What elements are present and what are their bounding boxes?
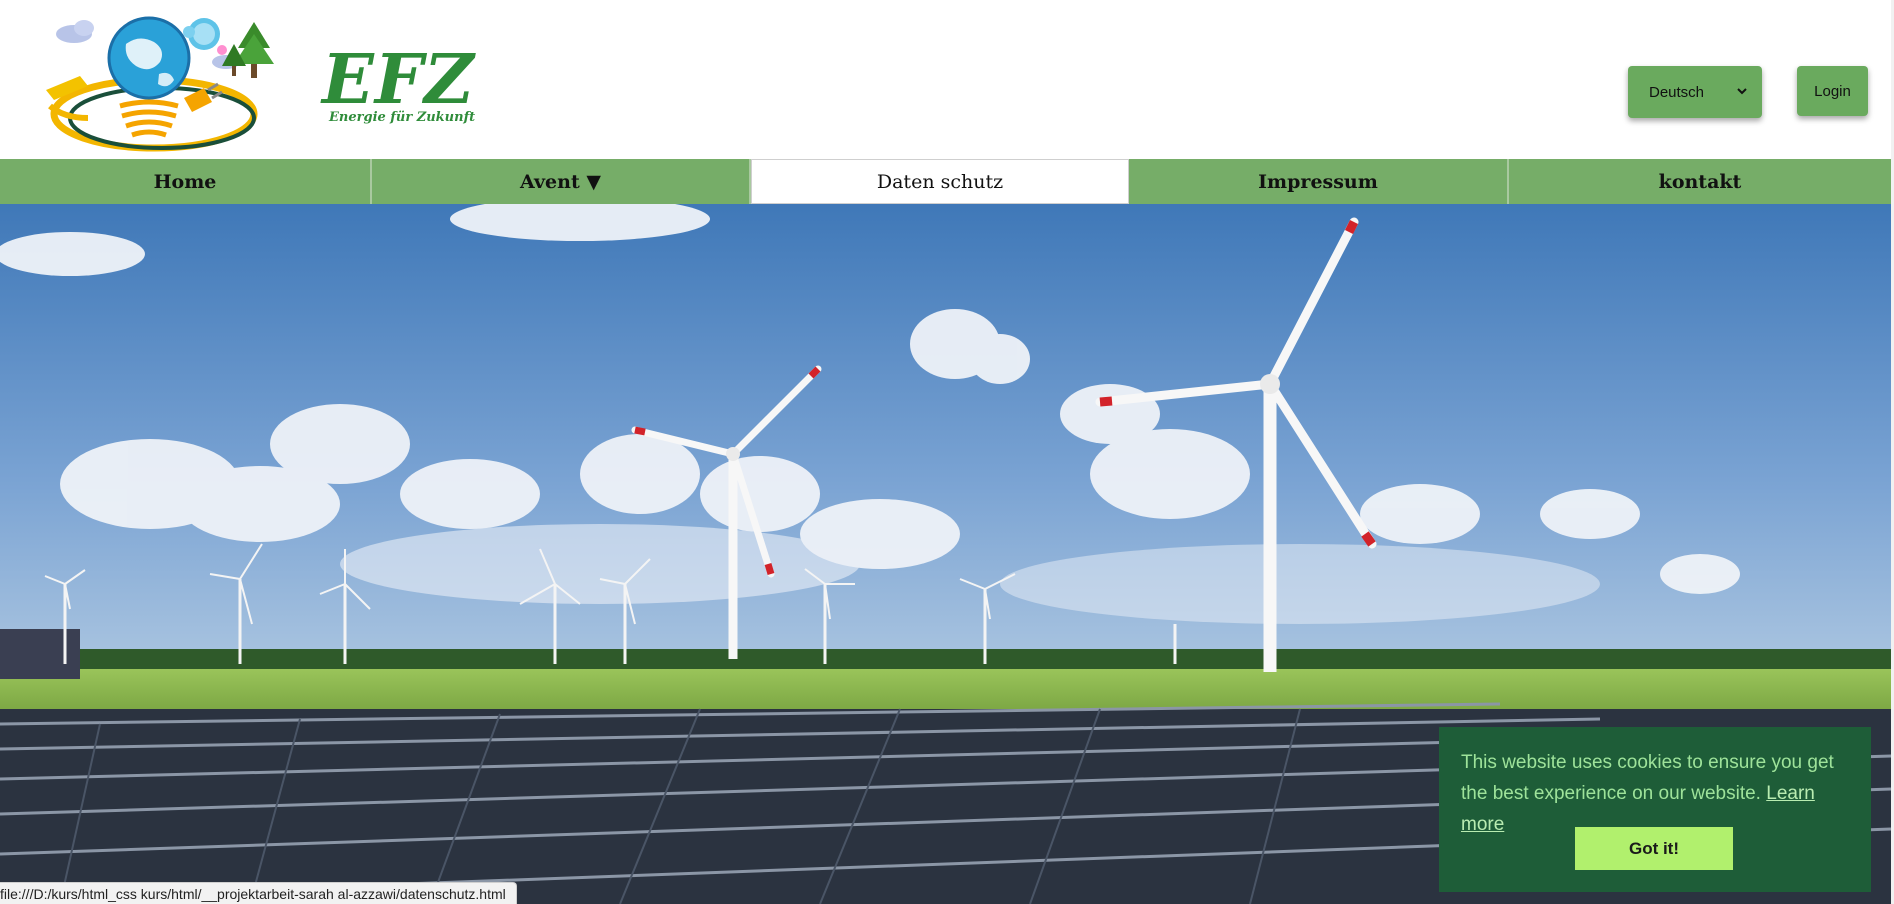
cookie-accept-button[interactable]: Got it! bbox=[1575, 827, 1733, 870]
nav-item-home[interactable]: Home bbox=[0, 159, 372, 204]
brand-name: EFZ bbox=[322, 40, 475, 120]
brand-tagline: Energie für Zukunft bbox=[329, 110, 476, 125]
login-button[interactable]: Login bbox=[1797, 66, 1868, 116]
globe-lightbulb-logo bbox=[46, 16, 274, 152]
cookie-banner: This website uses cookies to ensure you … bbox=[1439, 727, 1871, 892]
chevron-down-icon bbox=[1737, 88, 1747, 95]
nav-item-impressum[interactable]: Impressum bbox=[1129, 159, 1509, 204]
page: EFZ Energie für Zukunft Deutsch Login Ho… bbox=[0, 0, 1891, 904]
language-select-value: Deutsch bbox=[1649, 83, 1705, 101]
site-header: EFZ Energie für Zukunft Deutsch Login bbox=[0, 0, 1891, 159]
nav-item-datenschutz[interactable]: Daten schutz bbox=[751, 159, 1129, 204]
nav-item-kontakt[interactable]: kontakt bbox=[1509, 159, 1891, 204]
nav-item-avent[interactable]: Avent ▼ bbox=[372, 159, 751, 204]
language-select[interactable]: Deutsch bbox=[1628, 66, 1762, 118]
brand: EFZ Energie für Zukunft bbox=[322, 46, 475, 125]
status-bar-url: file:///D:/kurs/html_css kurs/html/__pro… bbox=[0, 882, 517, 904]
main-nav: Home Avent ▼ Daten schutz Impressum kont… bbox=[0, 159, 1891, 204]
